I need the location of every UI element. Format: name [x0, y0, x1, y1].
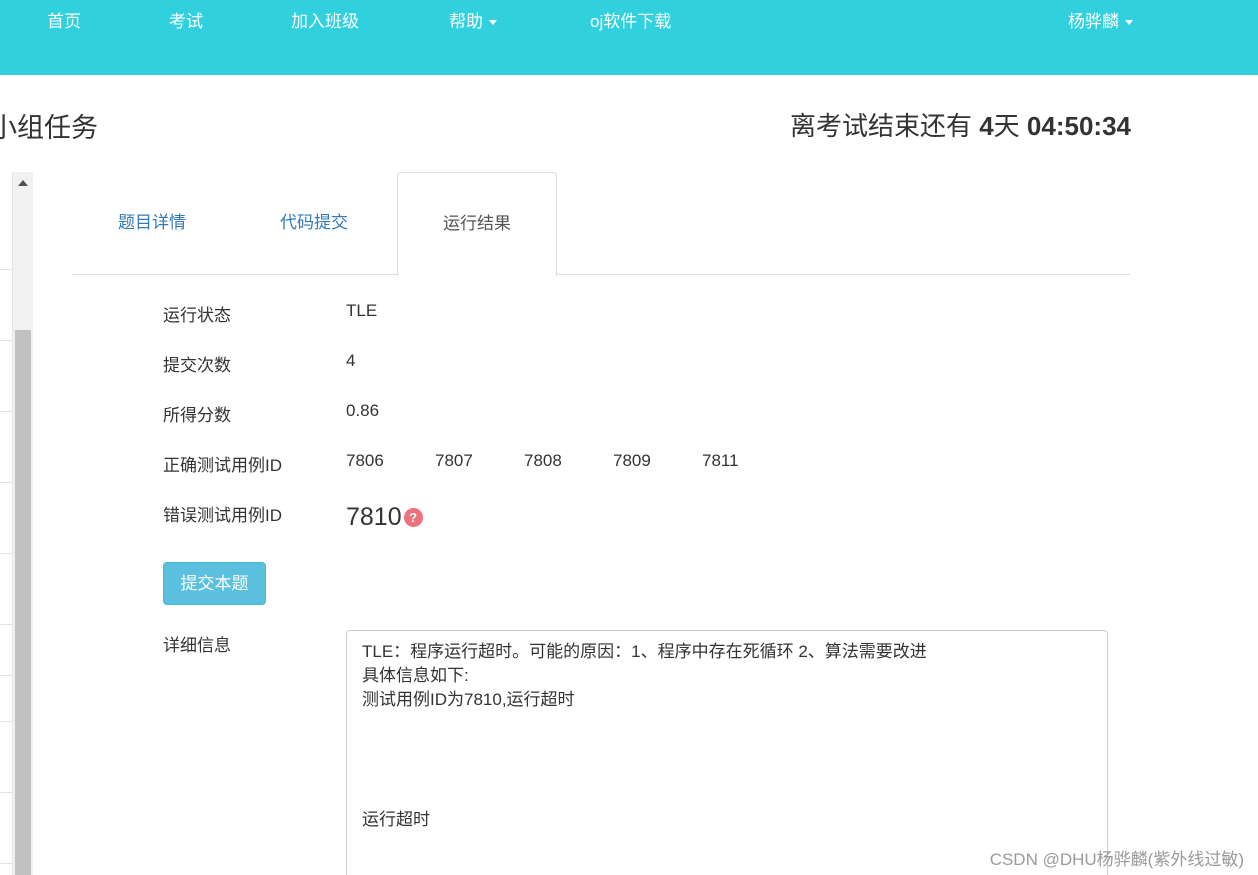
top-navbar: 首页 考试 加入班级 帮助 oj软件下载 杨骅麟: [0, 0, 1258, 75]
countdown-time: 04:50:34: [1026, 111, 1131, 141]
status-label: 运行状态: [163, 306, 231, 325]
nav-download[interactable]: oj软件下载: [590, 11, 671, 33]
detail-line: 运行超时: [362, 810, 430, 829]
score-label: 所得分数: [163, 406, 231, 425]
detail-output-box[interactable]: TLE：程序运行超时。可能的原因：1、程序中存在死循环 2、算法需要改进 具体信…: [346, 630, 1108, 875]
tab-code-submit[interactable]: 代码提交: [234, 172, 394, 275]
correct-case-id: 7807: [435, 451, 473, 470]
wrong-case-id: 7810?: [346, 503, 423, 532]
nav-join-class[interactable]: 加入班级: [291, 11, 359, 33]
detail-label: 详细信息: [163, 636, 231, 655]
left-question-list: [0, 172, 13, 875]
list-divider: [0, 269, 13, 270]
list-divider: [0, 792, 13, 793]
list-divider: [0, 340, 13, 341]
scroll-up-arrow-icon[interactable]: [18, 180, 28, 186]
correct-case-id: 7809: [613, 451, 651, 470]
nav-help-dropdown[interactable]: 帮助: [449, 11, 497, 33]
caret-down-icon: [1125, 20, 1133, 26]
list-divider: [0, 482, 13, 483]
page-title-text: 小组任务: [0, 113, 98, 143]
wrong-cases-label: 错误测试用例ID: [163, 506, 282, 525]
csdn-watermark: CSDN @DHU杨骅麟(紫外线过敏): [989, 850, 1244, 869]
list-divider: [0, 411, 13, 412]
nav-help-label: 帮助: [449, 12, 483, 31]
detail-line: 测试用例ID为7810,运行超时: [362, 690, 575, 709]
list-divider: [0, 721, 13, 722]
result-tabs: 题目详情 代码提交 运行结果: [72, 172, 1130, 276]
detail-line: [362, 784, 1092, 808]
correct-case-id: 7811: [702, 451, 739, 470]
exam-countdown: 离考试结束还有 4天 04:50:34: [790, 106, 1131, 143]
wrong-case-id-text: 7810: [346, 503, 402, 531]
page-title: 小组任务: [0, 106, 98, 145]
countdown-days-unit: 天: [993, 111, 1020, 141]
nav-user-dropdown[interactable]: 杨骅麟: [1068, 11, 1133, 33]
scrollbar-thumb[interactable]: [15, 330, 31, 875]
submissions-label: 提交次数: [163, 356, 231, 375]
status-value: TLE: [346, 301, 378, 320]
question-circle-icon[interactable]: ?: [403, 508, 423, 527]
list-divider: [0, 675, 13, 676]
correct-cases-label: 正确测试用例ID: [163, 456, 282, 475]
nav-user-label: 杨骅麟: [1068, 12, 1119, 31]
caret-down-icon: [489, 20, 497, 26]
score-value: 0.86: [346, 401, 380, 420]
nav-home[interactable]: 首页: [47, 11, 81, 33]
countdown-prefix: 离考试结束还有: [789, 111, 972, 141]
submissions-value: 4: [346, 351, 356, 370]
nav-exam[interactable]: 考试: [169, 11, 203, 33]
list-divider: [0, 624, 13, 625]
tab-problem-detail[interactable]: 题目详情: [72, 172, 232, 275]
detail-line: [362, 712, 1092, 736]
detail-line: 具体信息如下:: [362, 666, 469, 685]
list-divider: [0, 863, 13, 864]
list-divider: [0, 553, 13, 554]
correct-case-id: 7806: [346, 451, 384, 470]
left-scrollbar[interactable]: [13, 172, 33, 875]
submit-problem-button[interactable]: 提交本题: [163, 562, 266, 605]
countdown-days: 4: [979, 111, 994, 141]
detail-line: [362, 760, 1092, 784]
detail-line: [362, 736, 1092, 760]
correct-case-id: 7808: [524, 451, 562, 470]
tab-run-result[interactable]: 运行结果: [397, 172, 557, 276]
detail-line: TLE：程序运行超时。可能的原因：1、程序中存在死循环 2、算法需要改进: [362, 642, 927, 661]
